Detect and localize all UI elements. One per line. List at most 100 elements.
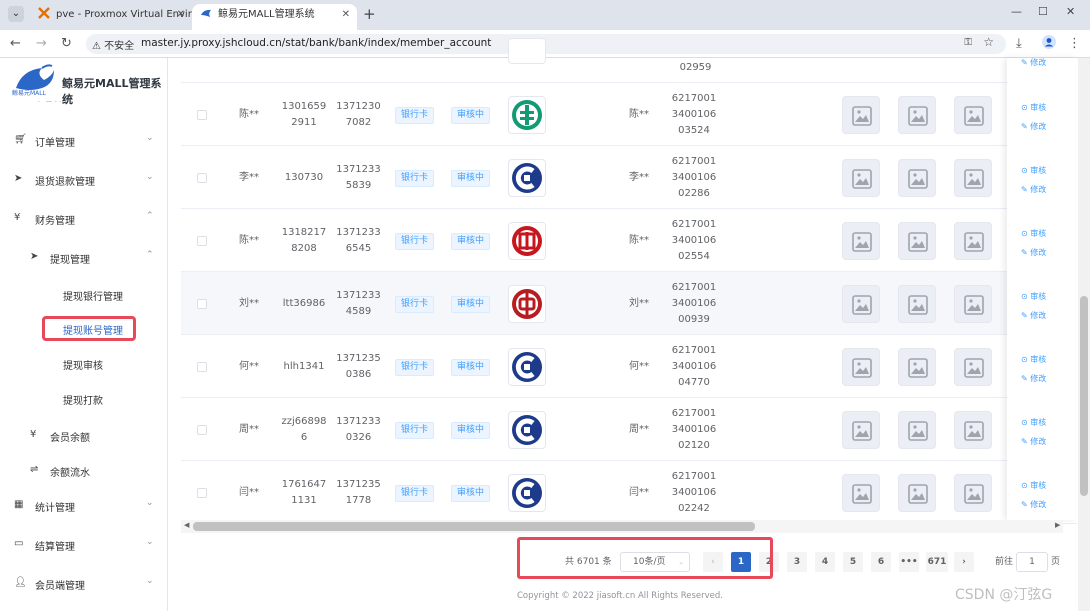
sidebar-item-label: 结算管理 (35, 542, 75, 553)
sidebar-item-statistics[interactable]: ▦ 统计管理 ⌄ (0, 496, 168, 516)
reload-icon[interactable]: ↻ (61, 36, 72, 51)
image-placeholder-icon[interactable] (898, 284, 936, 323)
edit-link[interactable]: ✎ 修改 (1021, 310, 1046, 321)
image-placeholder-icon[interactable] (954, 410, 992, 449)
sidebar-item-settlement[interactable]: ▭ 结算管理 ⌄ (0, 535, 168, 555)
sidebar-item-member-client[interactable]: 👤︎ 会员端管理 ⌄ (0, 574, 168, 594)
image-placeholder-icon[interactable] (898, 158, 936, 197)
row-checkbox[interactable] (197, 298, 207, 309)
image-placeholder-icon[interactable] (842, 473, 880, 512)
sidebar-item-withdraw-review[interactable]: 提现审核 (63, 357, 103, 372)
image-placeholder-icon[interactable] (842, 347, 880, 386)
row-checkbox[interactable] (197, 235, 207, 246)
sidebar-item-orders[interactable]: 🛒︎ 订单管理 ⌄ (0, 131, 168, 151)
edit-link[interactable]: ✎ 修改 (1021, 499, 1046, 510)
review-link[interactable]: ⊙ 审核 (1021, 291, 1046, 302)
close-tab-icon[interactable]: ✕ (342, 4, 350, 26)
table-row[interactable]: 闫** 1761647 1131 1371235 1778 银行卡 审核中 闫** 621700… (181, 461, 1077, 524)
image-placeholder-icon[interactable] (842, 158, 880, 197)
horizontal-scrollbar-thumb[interactable] (193, 522, 755, 531)
table-row[interactable]: 李** 130730 1371233 5839 银行卡 审核中 李** 6217001 3400… (181, 146, 1077, 209)
image-placeholder-icon[interactable] (898, 221, 936, 260)
forward-icon[interactable]: → (36, 36, 47, 51)
sidebar-item-balance-flow[interactable]: ⇌ 余额流水 (0, 461, 168, 481)
page-button[interactable]: 5 (843, 552, 863, 572)
tab-pve[interactable]: pve - Proxmox Virtual Enviro ✕ (30, 4, 198, 30)
bookmark-star-icon[interactable]: ☆ (983, 35, 994, 49)
review-link[interactable]: ⊙ 审核 (1021, 102, 1046, 113)
minimize-icon[interactable]: — (1011, 5, 1022, 18)
download-icon[interactable]: ⤓ (1016, 36, 1022, 51)
sidebar-item-withdraw-pay[interactable]: 提现打款 (63, 392, 103, 407)
image-placeholder-icon[interactable] (842, 284, 880, 323)
next-page-button[interactable]: › (954, 552, 974, 572)
money-icon: ¥ (14, 212, 21, 223)
table-row[interactable]: 周** zzj66898 6 1371233 0326 银行卡 审核中 周** 6217001 3… (181, 398, 1077, 461)
image-placeholder-icon[interactable] (842, 410, 880, 449)
image-placeholder-icon[interactable] (954, 347, 992, 386)
page-button[interactable]: 6 (871, 552, 891, 572)
page-button[interactable]: 671 (926, 552, 948, 572)
edit-link[interactable]: ✎ 修改 (1021, 373, 1046, 384)
profile-avatar-icon[interactable] (1042, 35, 1056, 53)
password-key-icon[interactable]: ⚿ (964, 37, 972, 48)
scroll-left-icon[interactable]: ◀ (184, 521, 189, 529)
image-placeholder-icon[interactable] (842, 221, 880, 260)
image-placeholder-icon[interactable] (898, 347, 936, 386)
page-button[interactable]: 3 (787, 552, 807, 572)
vertical-scrollbar-thumb[interactable] (1080, 296, 1088, 496)
row-checkbox[interactable] (197, 172, 207, 183)
not-secure-icon[interactable]: ⚠ 不安全 (92, 37, 134, 52)
tab-search-button[interactable]: ⌄ (8, 6, 24, 22)
new-tab-button[interactable]: + (363, 5, 376, 23)
row-checkbox[interactable] (197, 361, 207, 372)
image-placeholder-icon[interactable] (898, 473, 936, 512)
review-link[interactable]: ⊙ 审核 (1021, 354, 1046, 365)
image-placeholder-icon[interactable] (842, 95, 880, 134)
sidebar-item-withdraw[interactable]: ➤ 提现管理 ⌃ (0, 248, 168, 268)
table-row[interactable]: 陈** 1301659 2911 1371230 7082 银行卡 审核中 陈** 621700… (181, 83, 1077, 146)
whale-logo-icon (201, 9, 211, 17)
tab-mall[interactable]: 鲸易元MALL管理系统 ✕ (192, 4, 357, 30)
image-placeholder-icon[interactable] (954, 158, 992, 197)
image-placeholder-icon[interactable] (954, 95, 992, 134)
edit-link[interactable]: ✎ 修改 (1021, 121, 1046, 132)
review-link[interactable]: ⊙ 审核 (1021, 165, 1046, 176)
review-link[interactable]: ⊙ 审核 (1021, 480, 1046, 491)
browser-menu-icon[interactable]: ⋮ (1068, 36, 1081, 51)
image-placeholder-icon[interactable] (954, 284, 992, 323)
row-checkbox[interactable] (197, 487, 207, 498)
address-bar[interactable]: ⚠ 不安全 master.jy.proxy.jshcloud.cn/stat/b… (86, 34, 1006, 54)
image-placeholder-icon[interactable] (954, 221, 992, 260)
edit-link[interactable]: ✎ 修改 (1021, 436, 1046, 447)
table-row[interactable]: 刘** ltt36986 1371233 4589 银行卡 审核中 刘** 6217001 34… (181, 272, 1077, 335)
bank-logo (508, 158, 546, 197)
more-pages-button[interactable]: ••• (899, 552, 919, 572)
member-phone: 1371230 7082 (336, 99, 381, 131)
edit-link[interactable]: ✎ 修改 (1021, 247, 1046, 258)
maximize-icon[interactable]: ☐ (1038, 5, 1048, 18)
scroll-right-icon[interactable]: ▶ (1055, 521, 1060, 529)
page-button[interactable]: 4 (815, 552, 835, 572)
row-checkbox[interactable] (197, 109, 207, 120)
monitor-icon: ▭ (14, 538, 24, 549)
edit-link[interactable]: ✎ 修改 (1021, 184, 1046, 195)
sidebar-item-member-balance[interactable]: ¥ 会员余额 (0, 426, 168, 446)
row-checkbox[interactable] (197, 424, 207, 435)
sidebar-item-withdraw-banks[interactable]: 提现银行管理 (63, 288, 123, 303)
url-text[interactable]: master.jy.proxy.jshcloud.cn/stat/bank/ba… (141, 37, 491, 49)
sidebar-item-finance[interactable]: ¥ 财务管理 ⌃ (0, 209, 168, 229)
sidebar-item-refunds[interactable]: ➤ 退货退款管理 ⌄ (0, 170, 168, 190)
close-window-icon[interactable]: ✕ (1066, 5, 1075, 18)
review-link[interactable]: ⊙ 审核 (1021, 228, 1046, 239)
image-placeholder-icon[interactable] (898, 410, 936, 449)
edit-link-partial[interactable]: ✎ 修改 (1021, 57, 1046, 68)
close-tab-icon[interactable]: ✕ (177, 4, 185, 26)
back-icon[interactable]: ← (10, 36, 21, 51)
table-row[interactable]: 陈** 1318217 8208 1371233 6545 银行卡 审核中 陈** 621700… (181, 209, 1077, 272)
goto-page-input[interactable]: 1 (1016, 552, 1048, 572)
image-placeholder-icon[interactable] (898, 95, 936, 134)
table-row[interactable]: 何** hlh1341 1371235 0386 银行卡 审核中 何** 6217001 340… (181, 335, 1077, 398)
review-link[interactable]: ⊙ 审核 (1021, 417, 1046, 428)
image-placeholder-icon[interactable] (954, 473, 992, 512)
